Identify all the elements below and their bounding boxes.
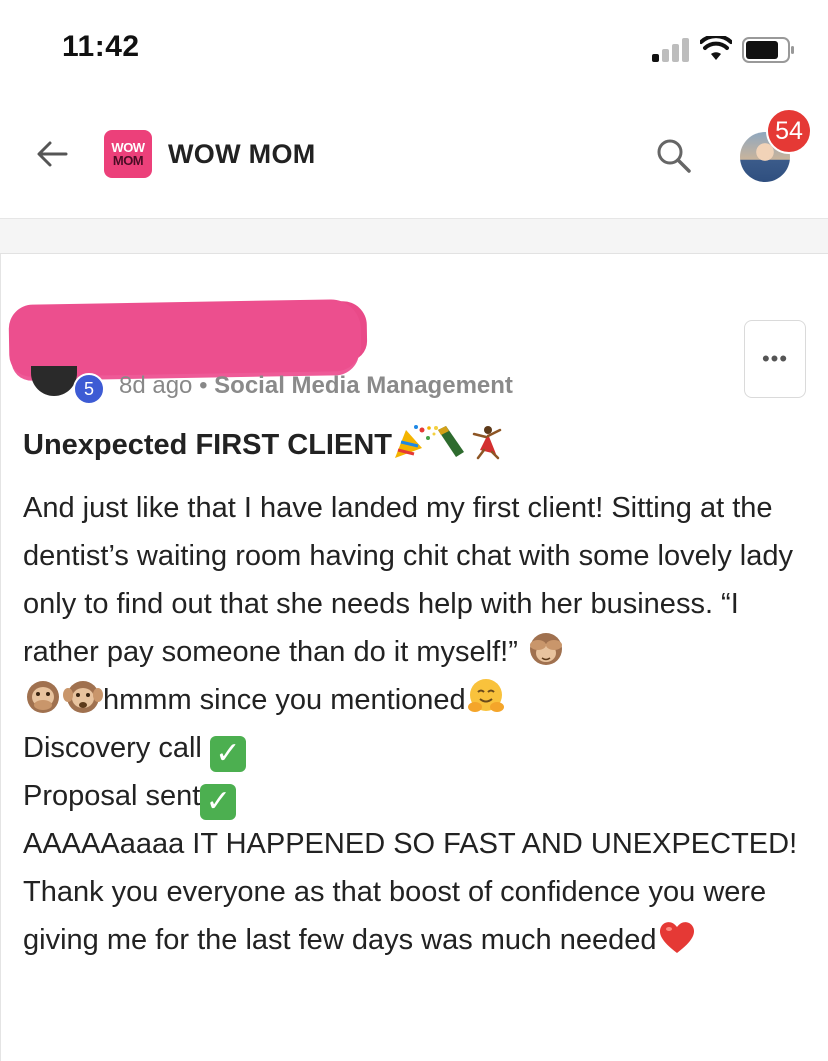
wifi-icon [700,36,732,60]
post-text-intro: And just like that I have landed my firs… [23,492,793,668]
status-time: 11:42 [62,30,140,63]
logo-text-bottom: MOM [112,153,144,168]
app-header: WOW MOM WOW MOM 54 [0,96,828,218]
see-no-evil-monkey-icon [529,633,562,665]
post-text-proposal: Proposal sent [23,780,201,812]
post-text-hmmm: hmmm since you mentioned [103,684,466,716]
check-mark-icon: ✓ [209,736,246,772]
check-mark-icon: ✓ [200,784,237,820]
section-divider [0,218,828,254]
post-text-discovery: Discovery call [23,732,210,764]
post-time: 8d ago [119,372,193,399]
post-title[interactable]: Unexpected FIRST CLIENT [23,424,504,462]
cellular-signal-icon [652,38,690,62]
author-avatar[interactable] [31,366,77,396]
group-title[interactable]: WOW MOM [168,139,316,170]
post-body: And just like that I have landed my firs… [23,484,813,964]
notification-badge[interactable]: 54 [766,108,812,154]
post-title-text: Unexpected FIRST CLIENT [23,429,392,461]
post-card: 5 8d ago • Social Media Management ••• U… [0,254,828,1061]
more-dots-icon: ••• [761,346,789,371]
author-level-badge: 5 [73,373,105,405]
meta-separator: • [192,372,215,399]
more-options-button[interactable]: ••• [744,320,806,398]
back-arrow-icon[interactable] [34,136,70,172]
group-logo[interactable]: WOW MOM [104,130,152,178]
party-popper-icon [395,425,431,458]
search-icon[interactable] [654,136,694,176]
speak-no-evil-monkey-icon [27,681,59,713]
hear-no-evil-monkey-icon [63,681,103,713]
status-bar: 11:42 [0,0,828,96]
post-paragraph: And just like that I have landed my firs… [23,484,813,964]
battery-icon [742,37,794,63]
red-heart-icon [659,922,694,953]
champagne-icon [432,426,464,457]
dancer-icon [472,426,502,460]
post-category[interactable]: Social Media Management [214,372,513,399]
hugging-face-icon [467,679,504,712]
post-meta: 8d ago • Social Media Management [119,372,513,400]
